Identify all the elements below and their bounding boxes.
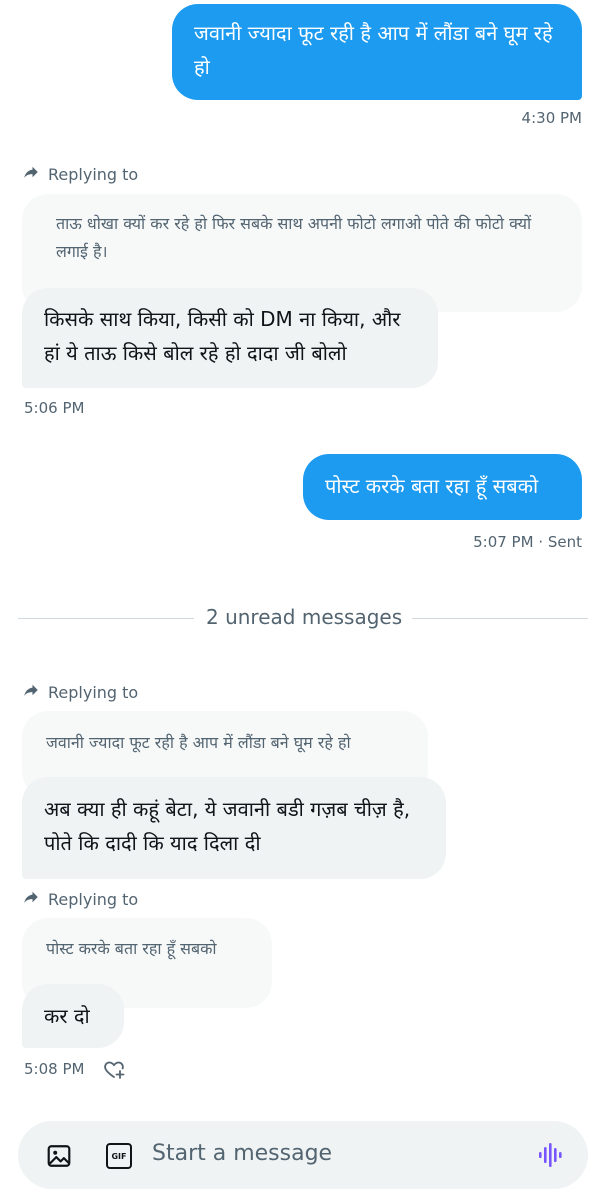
message-input[interactable]: Start a message [152, 1141, 332, 1166]
message-text: पोस्ट करके बता रहा हूँ सबको [325, 474, 539, 498]
replying-to-label: Replying to [48, 164, 139, 184]
message-timestamp: 5:06 PM [24, 399, 85, 417]
replying-to-indicator: Replying to [22, 681, 138, 703]
message-timestamp: 5:08 PM [24, 1060, 85, 1078]
divider-line-left [18, 618, 194, 619]
message-text: किसके साथ किया, किसी को DM ना किया, और ह… [44, 307, 401, 365]
image-icon[interactable] [46, 1143, 72, 1169]
reply-arrow-icon [22, 163, 40, 185]
message-text: अब क्या ही कहूं बेटा, ये जवानी बडी गज़ब … [44, 797, 411, 855]
unread-divider-label: 2 unread messages [206, 605, 403, 629]
sent-message-bubble[interactable]: पोस्ट करके बता रहा हूँ सबको [303, 454, 582, 520]
replying-to-label: Replying to [48, 889, 139, 909]
quoted-message-text: पोस्ट करके बता रहा हूँ सबको [46, 939, 217, 958]
voice-message-icon[interactable] [538, 1141, 564, 1169]
message-text: जवानी ज्यादा फूट रही है आप में लौंडा बने… [194, 21, 553, 79]
sent-message-bubble[interactable]: जवानी ज्यादा फूट रही है आप में लौंडा बने… [172, 4, 582, 100]
gif-icon[interactable]: GIF [106, 1143, 132, 1169]
add-reaction-icon[interactable] [102, 1057, 126, 1081]
message-timestamp: 4:30 PM [521, 109, 582, 127]
reply-arrow-icon [22, 888, 40, 910]
message-status-timestamp: 5:07 PM · Sent [473, 533, 582, 551]
message-text: कर दो [44, 1004, 90, 1028]
quoted-message-text: ताऊ धोखा क्यों कर रहे हो फिर सबके साथ अप… [56, 214, 532, 261]
received-message-bubble[interactable]: कर दो [22, 984, 124, 1048]
quoted-message-text: जवानी ज्यादा फूट रही है आप में लौंडा बने… [46, 733, 351, 752]
divider-line-right [412, 618, 588, 619]
gif-label: GIF [111, 1151, 127, 1161]
message-composer[interactable]: GIF Start a message [18, 1121, 588, 1189]
replying-to-indicator: Replying to [22, 888, 138, 910]
replying-to-label: Replying to [48, 682, 139, 702]
received-message-bubble[interactable]: किसके साथ किया, किसी को DM ना किया, और ह… [22, 288, 438, 388]
received-message-bubble[interactable]: अब क्या ही कहूं बेटा, ये जवानी बडी गज़ब … [22, 777, 446, 879]
replying-to-indicator: Replying to [22, 163, 138, 185]
reply-arrow-icon [22, 681, 40, 703]
